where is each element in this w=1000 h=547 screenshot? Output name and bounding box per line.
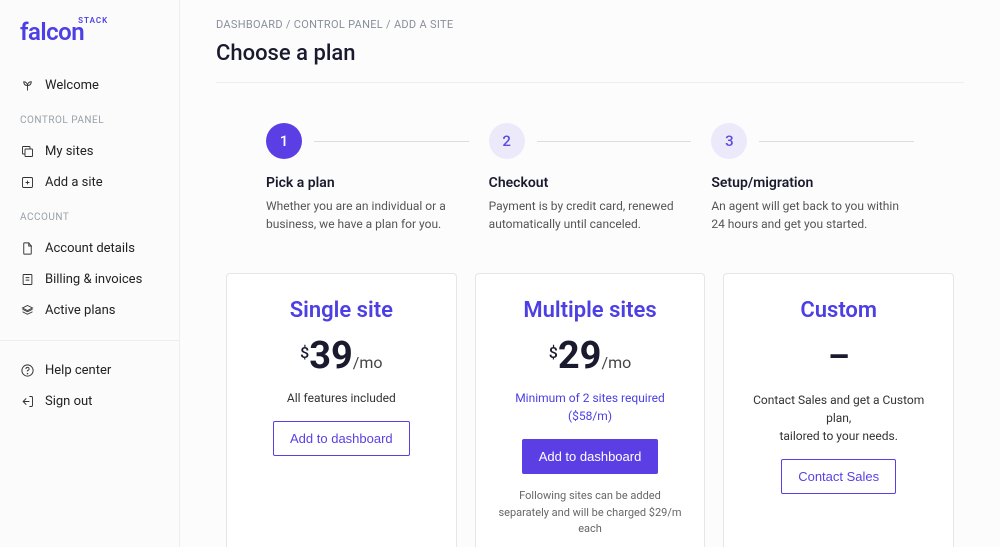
receipt-icon bbox=[20, 272, 35, 287]
step-title: Checkout bbox=[489, 175, 692, 191]
step-line bbox=[537, 141, 692, 142]
layers-icon bbox=[20, 303, 35, 318]
plus-square-icon bbox=[20, 175, 35, 190]
page-title: Choose a plan bbox=[216, 41, 964, 83]
nav-label: Account details bbox=[45, 241, 135, 256]
help-icon bbox=[20, 363, 35, 378]
plan-title: Custom bbox=[742, 298, 935, 323]
step-title: Pick a plan bbox=[266, 175, 469, 191]
sidebar-item-help[interactable]: Help center bbox=[0, 355, 179, 386]
file-user-icon bbox=[20, 241, 35, 256]
nav-label: My sites bbox=[45, 144, 93, 159]
plan-single: Single site $39/mo All features included… bbox=[226, 273, 457, 547]
breadcrumb: DASHBOARD / CONTROL PANEL / ADD A SITE bbox=[216, 18, 964, 31]
step-number: 3 bbox=[711, 123, 747, 159]
nav-label: Add a site bbox=[45, 175, 103, 190]
copy-icon bbox=[20, 144, 35, 159]
plan-title: Single site bbox=[245, 298, 438, 323]
plan-footnote: Following sites can be added separately … bbox=[494, 488, 687, 538]
step-line bbox=[314, 141, 469, 142]
sidebar-item-welcome[interactable]: Welcome bbox=[0, 70, 179, 101]
nav-label: Welcome bbox=[45, 78, 99, 93]
logo-sup: STACK bbox=[78, 16, 108, 25]
logo[interactable]: falconSTACK bbox=[0, 18, 179, 64]
nav-label: Billing & invoices bbox=[45, 272, 142, 287]
sidebar: falconSTACK Welcome CONTROL PANEL My sit… bbox=[0, 0, 180, 547]
section-control-panel: CONTROL PANEL bbox=[0, 107, 179, 130]
sidebar-item-active-plans[interactable]: Active plans bbox=[0, 295, 179, 326]
sprout-icon bbox=[20, 78, 35, 93]
sidebar-item-signout[interactable]: Sign out bbox=[0, 386, 179, 417]
breadcrumb-item[interactable]: CONTROL PANEL bbox=[294, 18, 383, 31]
steps: 1 Pick a plan Whether you are an individ… bbox=[266, 123, 914, 233]
sidebar-item-account-details[interactable]: Account details bbox=[0, 233, 179, 264]
section-account: ACCOUNT bbox=[0, 204, 179, 227]
plan-multiple: Multiple sites $29/mo Minimum of 2 sites… bbox=[475, 273, 706, 547]
plan-subtitle: Contact Sales and get a Custom plan,tail… bbox=[742, 391, 935, 445]
step-3: 3 Setup/migration An agent will get back… bbox=[711, 123, 914, 233]
step-desc: Payment is by credit card, renewed autom… bbox=[489, 197, 692, 233]
signout-icon bbox=[20, 394, 35, 409]
step-number: 1 bbox=[266, 123, 302, 159]
step-2: 2 Checkout Payment is by credit card, re… bbox=[489, 123, 692, 233]
step-number: 2 bbox=[489, 123, 525, 159]
plan-dash: – bbox=[742, 337, 935, 377]
divider bbox=[0, 340, 179, 341]
plan-price: $39/mo bbox=[245, 337, 438, 375]
main-content: DASHBOARD / CONTROL PANEL / ADD A SITE C… bbox=[180, 0, 1000, 547]
sidebar-item-my-sites[interactable]: My sites bbox=[0, 136, 179, 167]
contact-sales-button[interactable]: Contact Sales bbox=[781, 459, 896, 494]
plan-title: Multiple sites bbox=[494, 298, 687, 323]
nav-label: Help center bbox=[45, 363, 111, 378]
plan-custom: Custom – Contact Sales and get a Custom … bbox=[723, 273, 954, 547]
step-1: 1 Pick a plan Whether you are an individ… bbox=[266, 123, 469, 233]
plan-subtitle: All features included bbox=[245, 389, 438, 407]
sidebar-item-add-site[interactable]: Add a site bbox=[0, 167, 179, 198]
nav-label: Sign out bbox=[45, 394, 92, 409]
add-to-dashboard-button[interactable]: Add to dashboard bbox=[522, 439, 659, 474]
breadcrumb-item: ADD A SITE bbox=[394, 18, 453, 31]
plans: Single site $39/mo All features included… bbox=[226, 273, 954, 547]
step-desc: Whether you are an individual or a busin… bbox=[266, 197, 469, 233]
step-line bbox=[759, 141, 914, 142]
step-desc: An agent will get back to you within 24 … bbox=[711, 197, 914, 233]
sidebar-item-billing[interactable]: Billing & invoices bbox=[0, 264, 179, 295]
add-to-dashboard-button[interactable]: Add to dashboard bbox=[273, 421, 410, 456]
nav-label: Active plans bbox=[45, 303, 115, 318]
step-title: Setup/migration bbox=[711, 175, 914, 191]
plan-price: $29/mo bbox=[494, 337, 687, 375]
plan-subtitle: Minimum of 2 sites required ($58/m) bbox=[494, 389, 687, 425]
logo-text: falconSTACK bbox=[20, 18, 84, 46]
breadcrumb-item[interactable]: DASHBOARD bbox=[216, 18, 283, 31]
